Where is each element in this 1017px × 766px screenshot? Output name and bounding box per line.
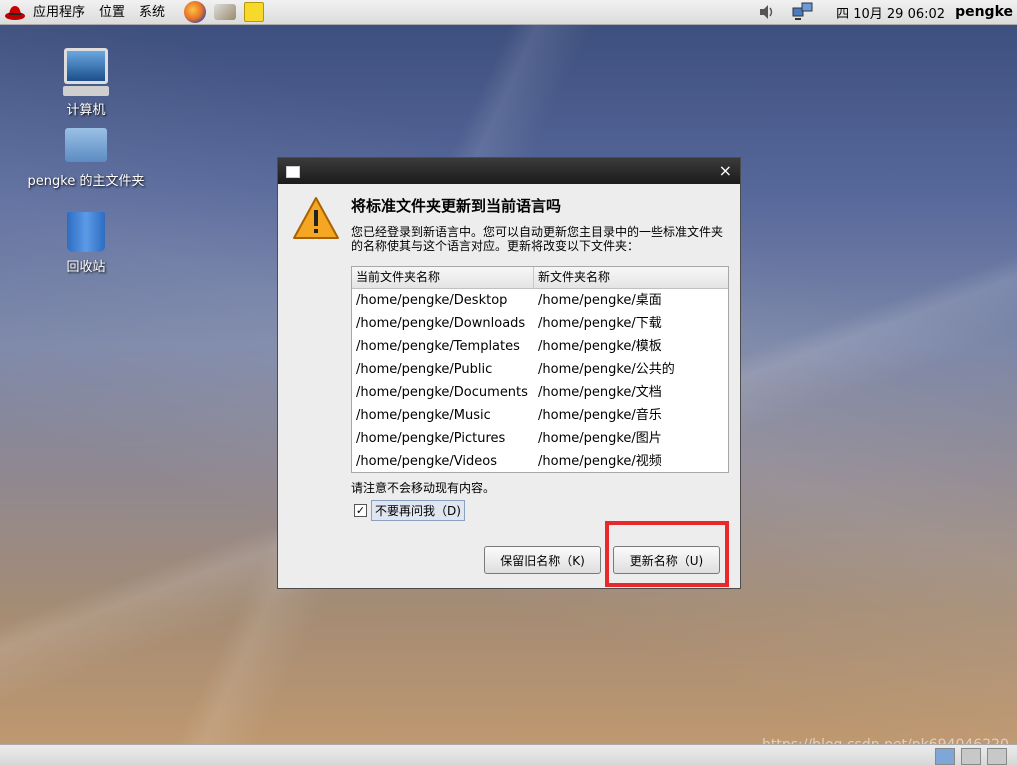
move-note: 请注意不会移动现有内容。 <box>351 481 496 495</box>
desktop-icon-trash[interactable]: 回收站 <box>21 212 151 275</box>
workspace-3[interactable] <box>987 748 1007 765</box>
dont-ask-again-label[interactable]: 不要再问我（D) <box>371 500 465 521</box>
close-button[interactable]: × <box>719 161 732 180</box>
cell-current: /home/pengke/Public <box>356 362 493 377</box>
cell-current: /home/pengke/Templates <box>356 339 520 354</box>
table-row[interactable]: /home/pengke/Music/home/pengke/音乐 <box>352 404 728 427</box>
table-row[interactable]: /home/pengke/Documents/home/pengke/文档 <box>352 381 728 404</box>
menu-system[interactable]: 系统 <box>132 0 172 25</box>
desktop-icon-home[interactable]: pengke 的主文件夹 <box>21 128 151 189</box>
cell-new: /home/pengke/图片 <box>538 431 662 446</box>
folder-table: 当前文件夹名称 新文件夹名称 /home/pengke/Desktop/home… <box>351 266 729 473</box>
redhat-logo-icon[interactable] <box>4 3 26 21</box>
cell-current: /home/pengke/Downloads <box>356 316 526 331</box>
keep-old-names-button[interactable]: 保留旧名称（K) <box>484 546 601 574</box>
dont-ask-again-checkbox[interactable]: ✓ <box>354 504 367 517</box>
cell-current: /home/pengke/Pictures <box>356 431 506 446</box>
dont-ask-again-toggle[interactable]: ✓ 不要再问我（D) <box>354 500 465 521</box>
computer-icon-base <box>63 86 109 96</box>
desktop-icon-label: pengke 的主文件夹 <box>27 174 145 189</box>
desktop-icon-label: 计算机 <box>66 103 106 118</box>
cell-new: /home/pengke/音乐 <box>538 408 662 423</box>
volume-icon[interactable] <box>758 3 776 21</box>
window-icon <box>286 166 300 178</box>
cell-new: /home/pengke/下载 <box>538 316 662 331</box>
clock[interactable]: 四 10月 29 06:02 <box>836 3 945 22</box>
desktop-icon-computer[interactable]: 计算机 <box>21 48 151 118</box>
cell-new: /home/pengke/模板 <box>538 339 662 354</box>
cell-new: /home/pengke/桌面 <box>538 293 662 308</box>
network-icon[interactable] <box>792 2 814 22</box>
table-header: 当前文件夹名称 新文件夹名称 <box>352 267 728 289</box>
workspace-1[interactable] <box>935 748 955 765</box>
cell-new: /home/pengke/文档 <box>538 385 662 400</box>
cell-current: /home/pengke/Desktop <box>356 293 508 308</box>
column-header-current[interactable]: 当前文件夹名称 <box>352 267 534 288</box>
computer-icon <box>64 48 108 84</box>
table-row[interactable]: /home/pengke/Desktop/home/pengke/桌面 <box>352 289 728 312</box>
table-row[interactable]: /home/pengke/Videos/home/pengke/视频 <box>352 450 728 473</box>
desktop-icon-label: 回收站 <box>66 260 106 275</box>
cell-new: /home/pengke/视频 <box>538 454 662 469</box>
dialog-heading: 将标准文件夹更新到当前语言吗 <box>351 197 562 215</box>
workspace-2[interactable] <box>961 748 981 765</box>
cell-new: /home/pengke/公共的 <box>538 362 675 377</box>
firefox-icon[interactable] <box>184 1 207 23</box>
column-header-new[interactable]: 新文件夹名称 <box>534 267 610 288</box>
notes-icon[interactable] <box>244 2 265 22</box>
cell-current: /home/pengke/Documents <box>356 385 528 400</box>
table-row[interactable]: /home/pengke/Public/home/pengke/公共的 <box>352 358 728 381</box>
table-row[interactable]: /home/pengke/Templates/home/pengke/模板 <box>352 335 728 358</box>
table-row[interactable]: /home/pengke/Pictures/home/pengke/图片 <box>352 427 728 450</box>
cell-current: /home/pengke/Videos <box>356 454 497 469</box>
warning-icon <box>293 197 339 239</box>
user-name[interactable]: pengke <box>955 4 1013 20</box>
dialog-titlebar[interactable]: × <box>278 158 740 184</box>
bottom-panel <box>0 744 1017 766</box>
system-tray: 四 10月 29 06:02 pengke <box>750 0 1017 25</box>
top-panel: 应用程序 位置 系统 四 10月 29 06:02 pengke <box>0 0 1017 25</box>
trash-icon <box>67 212 105 252</box>
menu-places[interactable]: 位置 <box>92 0 132 25</box>
mail-icon[interactable] <box>214 4 237 20</box>
cell-current: /home/pengke/Music <box>356 408 491 423</box>
home-folder-icon <box>65 128 107 162</box>
highlight-annotation-box <box>605 521 729 587</box>
dialog-description: 您已经登录到新语言中。您可以自动更新您主目录中的一些标准文件夹的名称使其与这个语… <box>351 225 724 253</box>
table-row[interactable]: /home/pengke/Downloads/home/pengke/下载 <box>352 312 728 335</box>
menu-applications[interactable]: 应用程序 <box>26 0 92 25</box>
